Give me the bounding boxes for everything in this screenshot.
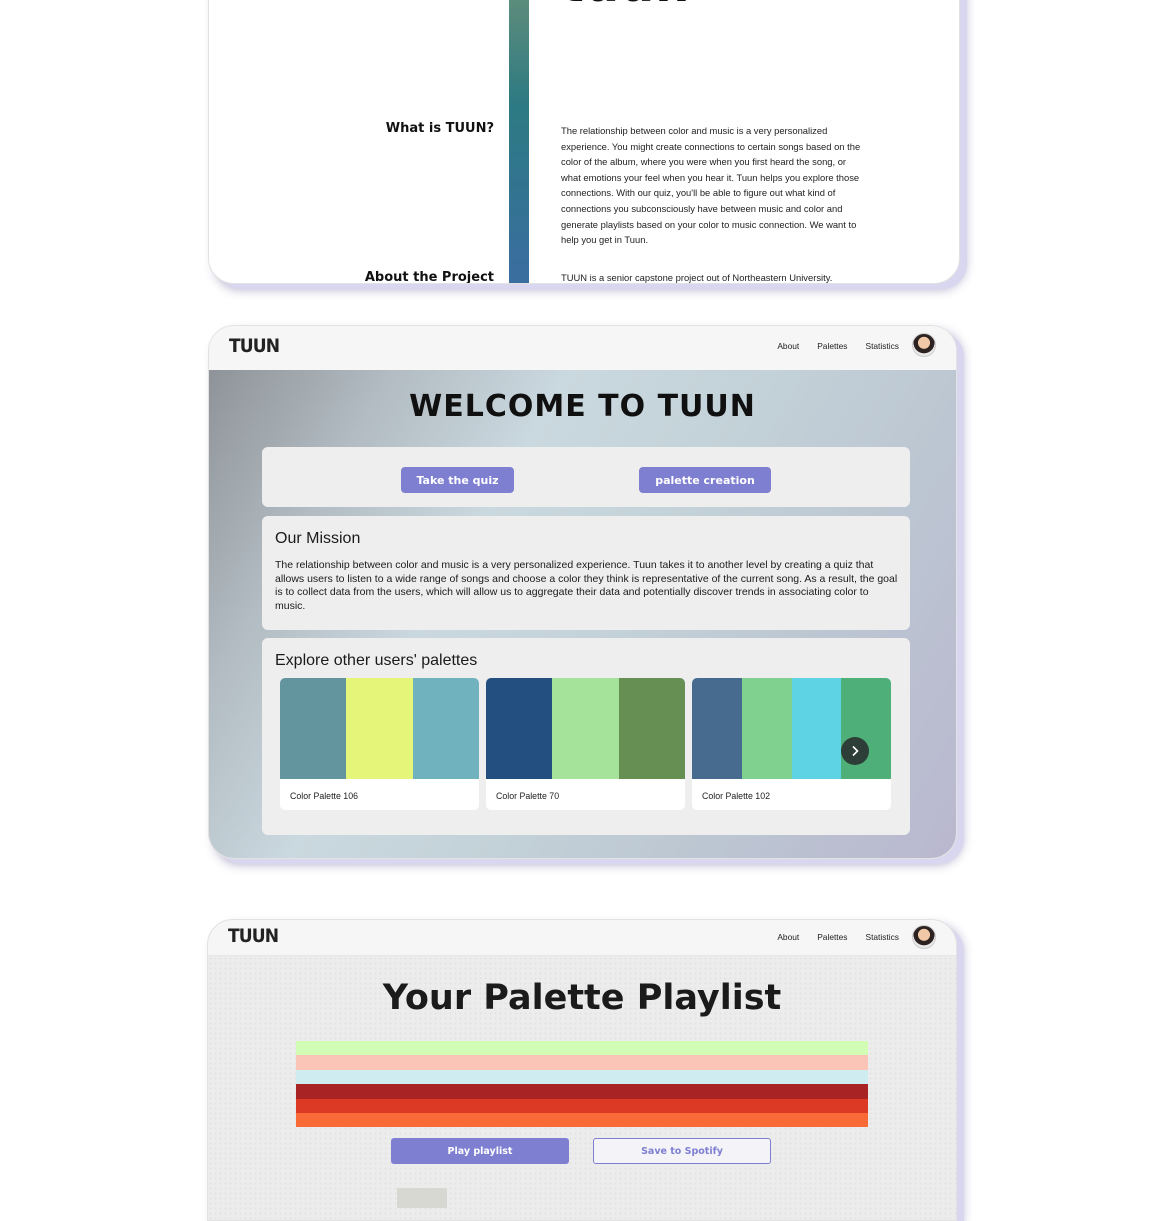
color-band (296, 1041, 868, 1056)
nav-links: About Palettes Statistics (777, 932, 899, 942)
palette-bands (296, 1041, 868, 1128)
welcome-title: WELCOME TO TUUN (409, 389, 756, 424)
mission-text: The relationship between color and music… (275, 559, 898, 612)
navbar: TUUN About Palettes Statistics (208, 920, 956, 956)
explore-panel: Explore other users' palettes Color Pale… (262, 638, 910, 835)
color-band (296, 1112, 868, 1128)
swatch (692, 678, 742, 779)
palette-swatches (486, 678, 685, 779)
swatch (552, 678, 619, 779)
palette-swatches (280, 678, 479, 779)
home-card: TUUN About Palettes Statistics WELCOME T… (208, 325, 957, 859)
nav-link-palettes[interactable]: Palettes (817, 932, 847, 942)
track-thumbnail (397, 1188, 447, 1208)
swatch (618, 678, 685, 779)
nav-link-about[interactable]: About (777, 932, 799, 942)
navbar: TUUN About Palettes Statistics (209, 326, 956, 371)
about-project-title: About the Project (364, 270, 494, 284)
swatch (346, 678, 413, 779)
nav-links: About Palettes Statistics (777, 341, 899, 351)
palette-label: Color Palette 106 (290, 791, 358, 801)
swatch (412, 678, 479, 779)
palette-card[interactable]: Color Palette 70 (486, 678, 685, 810)
about-card: tuun What is TUUN? The relationship betw… (208, 0, 960, 284)
nav-link-about[interactable]: About (777, 341, 799, 351)
palette-label: Color Palette 70 (496, 791, 560, 801)
color-band (296, 1055, 868, 1070)
palette-card[interactable]: Color Palette 106 (280, 678, 479, 810)
play-playlist-button[interactable]: Play playlist (391, 1138, 569, 1164)
color-band (296, 1069, 868, 1085)
swatch (791, 678, 842, 779)
gradient-divider (509, 0, 529, 283)
swatch (741, 678, 792, 779)
about-heading: tuun (561, 0, 690, 9)
nav-link-statistics[interactable]: Statistics (865, 341, 899, 351)
nav-link-palettes[interactable]: Palettes (817, 341, 847, 351)
mission-title: Our Mission (275, 530, 361, 547)
avatar[interactable] (912, 925, 936, 949)
swatch (280, 678, 347, 779)
color-band (296, 1098, 868, 1113)
save-to-spotify-button[interactable]: Save to Spotify (593, 1138, 771, 1164)
what-is-tuun-title: What is TUUN? (385, 121, 494, 136)
chevron-right-icon[interactable] (841, 737, 869, 765)
mission-panel: Our Mission The relationship between col… (262, 516, 910, 630)
tuun-logo[interactable]: TUUN (229, 335, 280, 357)
color-band (296, 1084, 868, 1099)
tuun-logo[interactable]: TUUN (228, 925, 279, 947)
palette-swatches (692, 678, 891, 779)
cta-panel: Take the quiz palette creation (262, 447, 910, 507)
explore-title: Explore other users' palettes (275, 652, 478, 669)
hero-background: WELCOME TO TUUN Take the quiz palette cr… (209, 370, 956, 858)
about-project-text: TUUN is a senior capstone project out of… (561, 272, 833, 283)
swatch (486, 678, 553, 779)
palette-label: Color Palette 102 (702, 791, 770, 801)
playlist-card: TUUN About Palettes Statistics Your Pale… (207, 919, 957, 1221)
avatar[interactable] (912, 333, 936, 357)
playlist-title: Your Palette Playlist (382, 978, 782, 1018)
take-quiz-button[interactable]: Take the quiz (401, 467, 514, 493)
palette-creation-button[interactable]: palette creation (639, 467, 771, 493)
what-is-tuun-text: The relationship between color and music… (561, 125, 861, 246)
nav-link-statistics[interactable]: Statistics (865, 932, 899, 942)
